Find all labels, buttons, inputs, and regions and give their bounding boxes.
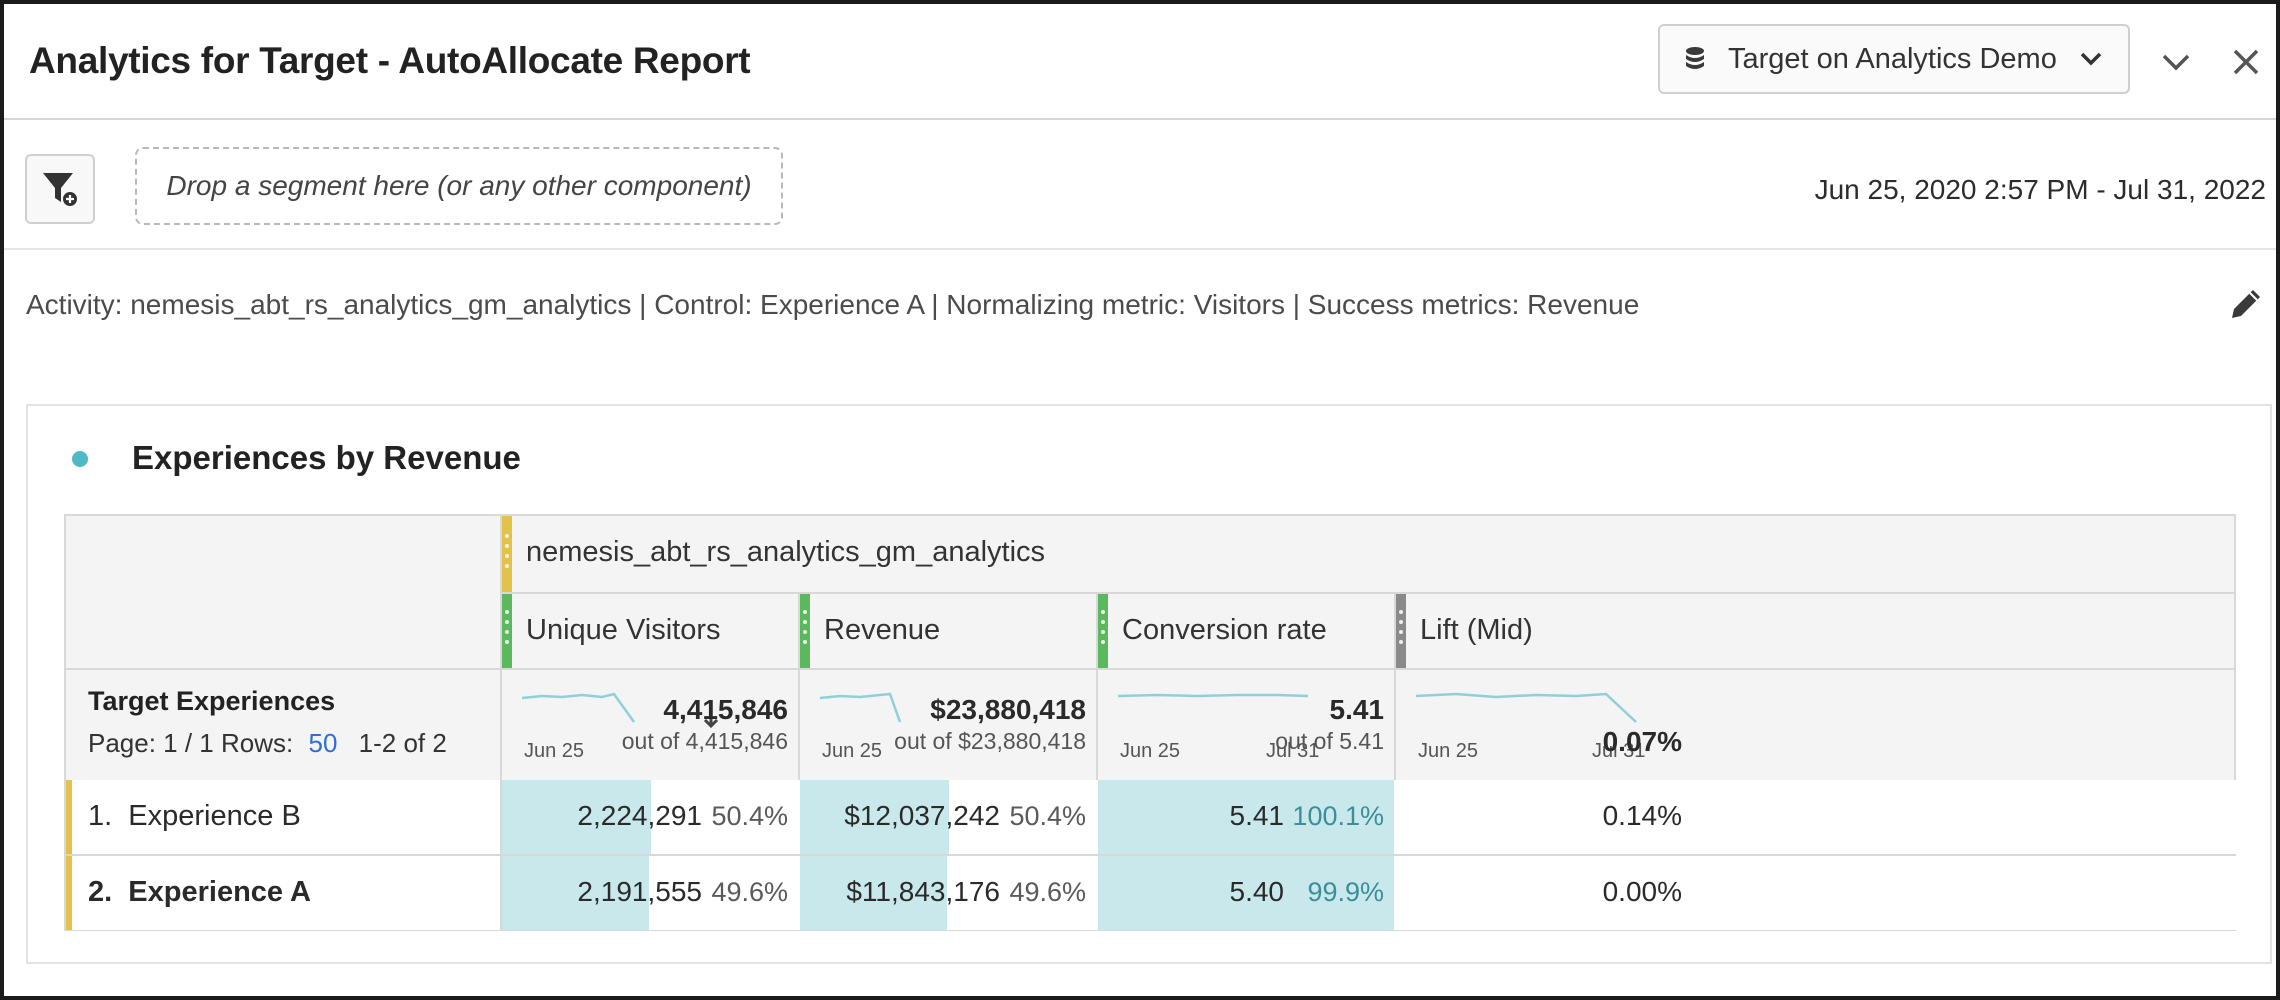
column-summary-0: Jun 25 4,415,846 out of 4,415,846 <box>502 670 800 778</box>
drag-handle-icon[interactable] <box>1396 594 1406 668</box>
freeform-table: nemesis_abt_rs_analytics_gm_analytics Un… <box>64 514 2236 931</box>
sparkline-start-date: Jun 25 <box>1120 740 1181 762</box>
metric-cell[interactable]: 2,191,555 49.6% <box>502 856 800 930</box>
sparkline <box>1416 692 1637 723</box>
metric-value: 5.41 <box>1229 800 1285 831</box>
dimension-group-header[interactable]: nemesis_abt_rs_analytics_gm_analytics <box>502 516 2236 592</box>
row-range: 1-2 of 2 <box>358 728 447 758</box>
column-summary-2: Jun 25 Jul 31 5.41 out of 5.41 <box>1098 670 1396 778</box>
metric-cell[interactable]: 2,224,291 50.4% <box>502 780 800 854</box>
metric-value: $12,037,242 <box>844 800 1000 831</box>
column-total: 5.41 <box>1329 694 1385 725</box>
column-header-2[interactable]: Conversion rate <box>1098 594 1396 668</box>
column-out-of: out of 5.41 <box>1275 728 1384 754</box>
metric-cell[interactable]: 5.40 99.9% <box>1098 856 1396 930</box>
pencil-icon[interactable] <box>2226 284 2266 324</box>
panel-title: Experiences by Revenue <box>132 439 521 476</box>
metric-value: 5.40 <box>1229 876 1285 907</box>
column-header-3[interactable]: Lift (Mid) <box>1396 594 1694 668</box>
column-total: 0.07% <box>1602 726 1682 757</box>
sparkline <box>1118 693 1309 698</box>
dimension-summary-cell: Target Experiences Page: 1 / 1 Rows: 50 … <box>66 670 500 778</box>
chevron-down-icon <box>2080 52 2102 66</box>
drag-handle-icon[interactable] <box>800 594 810 668</box>
metric-percent: 99.9% <box>1307 877 1384 907</box>
report-suite-selector[interactable]: Target on Analytics Demo <box>1658 24 2130 94</box>
metric-percent: 49.6% <box>711 877 788 907</box>
database-icon <box>1684 46 1706 72</box>
metric-value: 0.14% <box>1602 800 1682 831</box>
row-label[interactable]: 1. Experience B <box>88 800 301 833</box>
activity-description: Activity: nemesis_abt_rs_analytics_gm_an… <box>26 289 1640 320</box>
panel-status-dot[interactable] <box>72 451 88 467</box>
pagination: Page: 1 / 1 Rows: 50 1-2 of 2 <box>88 728 447 759</box>
row-accent <box>66 780 72 854</box>
add-segment-button[interactable] <box>25 154 95 224</box>
metric-percent: 49.6% <box>1009 877 1086 907</box>
column-title: Lift (Mid) <box>1420 614 1533 646</box>
filter-add-icon <box>43 173 79 208</box>
page-title: Analytics for Target - AutoAllocate Repo… <box>29 40 751 81</box>
table-row[interactable]: 2. Experience A 2,191,555 49.6% $11,843,… <box>66 856 2236 930</box>
column-title: Revenue <box>824 614 941 646</box>
collapse-chevron-icon[interactable] <box>2158 44 2194 80</box>
sparkline-start-date: Jun 25 <box>1418 740 1479 762</box>
column-out-of: out of $23,880,418 <box>894 728 1086 754</box>
metric-cell[interactable]: 5.41 100.1% <box>1098 780 1396 854</box>
metric-value: 2,191,555 <box>577 876 702 907</box>
column-title: Conversion rate <box>1122 614 1327 646</box>
metric-cell[interactable]: 0.14% <box>1396 780 1694 854</box>
metric-value: $11,843,176 <box>846 876 1000 907</box>
metric-cell[interactable]: 0.00% <box>1396 856 1694 930</box>
dimension-group-label: nemesis_abt_rs_analytics_gm_analytics <box>526 536 1046 568</box>
segment-drop-zone[interactable]: Drop a segment here (or any other compon… <box>135 147 783 225</box>
column-summary-1: Jun 25 $23,880,418 out of $23,880,418 <box>800 670 1098 778</box>
report-suite-label: Target on Analytics Demo <box>1728 42 2057 75</box>
column-out-of: out of 4,415,846 <box>621 728 788 754</box>
date-range[interactable]: Jun 25, 2020 2:57 PM - Jul 31, 2022 <box>1815 174 2266 206</box>
metric-value: 2,224,291 <box>577 800 702 831</box>
metric-percent: 50.4% <box>711 801 788 831</box>
column-total: $23,880,418 <box>930 694 1086 725</box>
metric-percent: 50.4% <box>1009 801 1086 831</box>
rows-label: Rows: <box>221 728 294 758</box>
report-window: Analytics for Target - AutoAllocate Repo… <box>0 0 2280 1000</box>
metric-cell[interactable]: $11,843,176 49.6% <box>800 856 1098 930</box>
column-title: Unique Visitors <box>526 614 721 646</box>
metric-value: 0.00% <box>1602 876 1682 907</box>
row-accent <box>66 856 72 930</box>
drag-handle-icon[interactable] <box>1098 594 1108 668</box>
rows-per-page-selector[interactable]: 50 <box>308 728 337 758</box>
header: Analytics for Target - AutoAllocate Repo… <box>4 4 2276 120</box>
drag-handle-icon[interactable] <box>502 516 512 592</box>
close-icon[interactable] <box>2228 44 2264 80</box>
table-row[interactable]: 1. Experience B 2,224,291 50.4% $12,037,… <box>66 780 2236 854</box>
segment-bar: Drop a segment here (or any other compon… <box>4 120 2276 250</box>
metric-percent: 100.1% <box>1292 801 1384 831</box>
row-label[interactable]: 2. Experience A <box>88 876 311 909</box>
metric-cell[interactable]: $12,037,242 50.4% <box>800 780 1098 854</box>
dimension-label: Target Experiences <box>88 686 336 716</box>
column-total: 4,415,846 <box>663 694 788 725</box>
sparkline-start-date: Jun 25 <box>822 740 883 762</box>
drag-handle-icon[interactable] <box>502 594 512 668</box>
column-header-1[interactable]: Revenue <box>800 594 1098 668</box>
column-header-0[interactable]: Unique Visitors <box>502 594 800 668</box>
column-summary-3: Jun 25 Jul 31 0.07% <box>1396 670 1694 778</box>
page-indicator: Page: 1 / 1 <box>88 728 214 758</box>
sparkline-start-date: Jun 25 <box>524 740 585 762</box>
